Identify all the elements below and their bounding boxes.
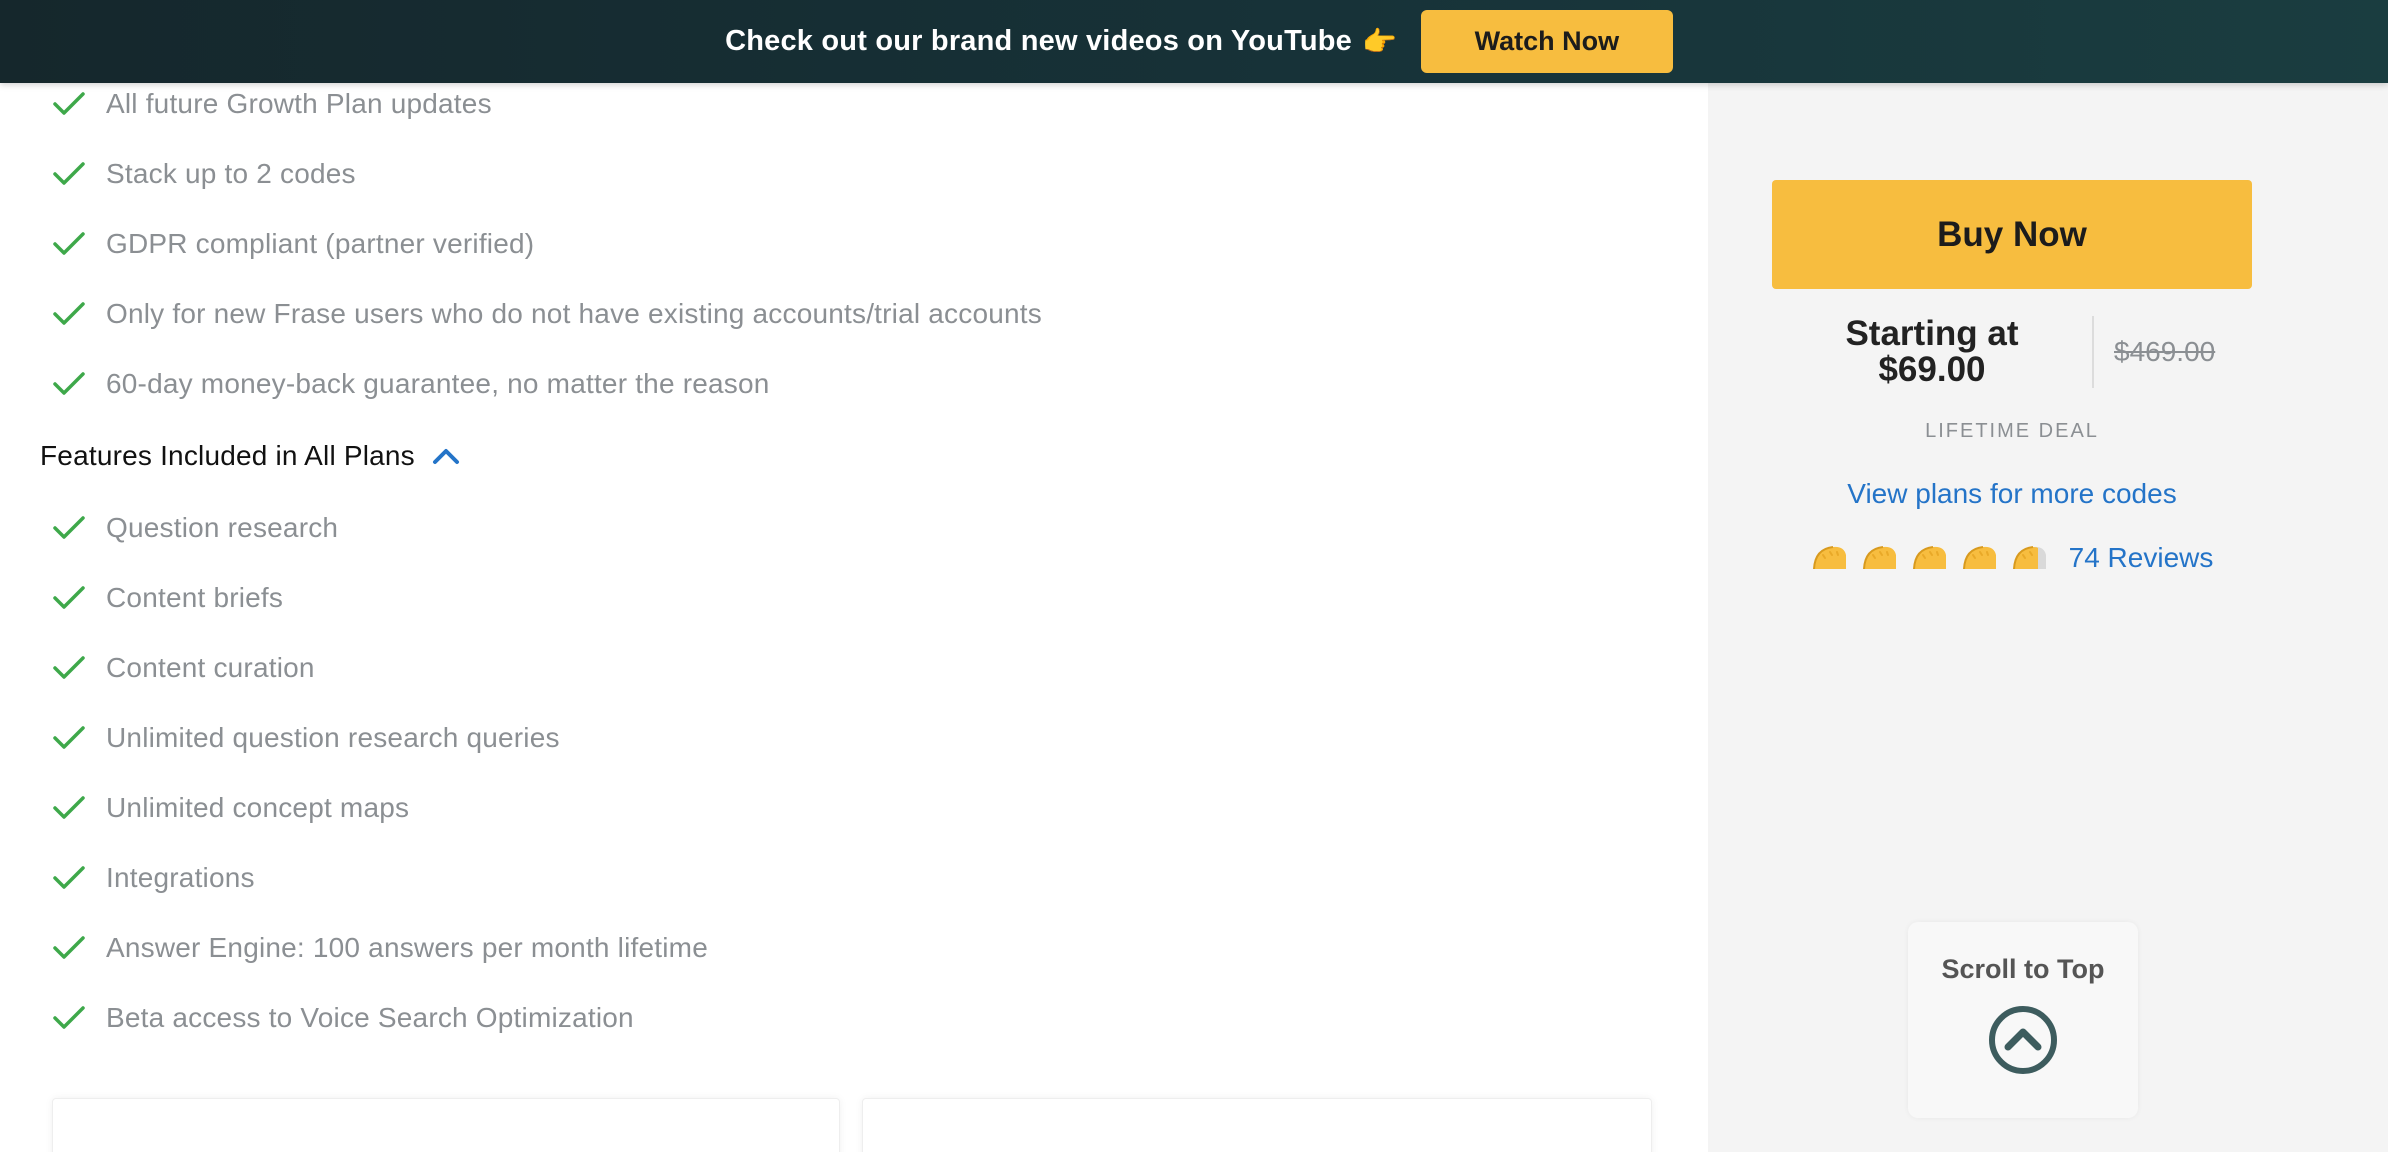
purchase-sidebar: Buy Now Starting at $69.00 $469.00 LIFET… <box>1708 0 2388 1152</box>
price-prefix: Starting at <box>1845 314 2019 353</box>
feature-item: Stack up to 2 codes <box>52 154 356 194</box>
feature-item: GDPR compliant (partner verified) <box>52 224 534 264</box>
feature-item: Integrations <box>52 858 255 898</box>
taco-icon <box>1811 543 1849 573</box>
reviews-link[interactable]: 74 Reviews <box>2069 542 2214 574</box>
feature-label: Answer Engine: 100 answers per month lif… <box>106 932 708 963</box>
check-icon <box>52 934 86 962</box>
check-icon <box>52 160 86 188</box>
original-price: $469.00 <box>2114 336 2216 367</box>
deal-type-label: LIFETIME DEAL <box>1925 420 2099 442</box>
check-icon <box>52 370 86 398</box>
starting-price: Starting at $69.00 <box>1772 316 2092 388</box>
feature-label: Beta access to Voice Search Optimization <box>106 1002 634 1033</box>
feature-label: Unlimited concept maps <box>106 792 410 823</box>
feature-label: Content briefs <box>106 582 284 613</box>
plan-card <box>862 1098 1652 1152</box>
check-icon <box>52 584 86 612</box>
price-value: $69.00 <box>1878 350 1986 389</box>
watch-now-button[interactable]: Watch Now <box>1420 10 1673 73</box>
feature-list-area: All future Growth Plan updates Stack up … <box>0 0 1708 1152</box>
view-plans-link[interactable]: View plans for more codes <box>1772 478 2252 510</box>
banner-text: Check out our brand new videos on YouTub… <box>725 25 1353 57</box>
feature-label: Content curation <box>106 652 315 683</box>
section-title: Features Included in All Plans <box>40 440 415 471</box>
feature-item: Beta access to Voice Search Optimization <box>52 998 634 1038</box>
taco-icon <box>1911 543 1949 573</box>
check-icon <box>52 1004 86 1032</box>
feature-item: Answer Engine: 100 answers per month lif… <box>52 928 708 968</box>
feature-label: 60-day money-back guarantee, no matter t… <box>106 368 770 399</box>
check-icon <box>52 514 86 542</box>
check-icon <box>52 794 86 822</box>
feature-item: Unlimited question research queries <box>52 718 560 758</box>
check-icon <box>52 654 86 682</box>
buy-now-button[interactable]: Buy Now <box>1772 180 2252 289</box>
check-icon <box>52 724 86 752</box>
arrow-up-circle-icon <box>1988 1005 2058 1075</box>
check-icon <box>52 230 86 258</box>
check-icon <box>52 300 86 328</box>
banner-content: Check out our brand new videos on YouTub… <box>725 10 1673 73</box>
taco-icon <box>1861 543 1899 573</box>
page: All future Growth Plan updates Stack up … <box>0 0 2388 1152</box>
price-divider <box>2092 316 2094 388</box>
feature-item: Question research <box>52 508 338 548</box>
feature-label: Question research <box>106 512 339 543</box>
scroll-to-top-button[interactable]: Scroll to Top <box>1908 922 2138 1118</box>
scroll-to-top-label: Scroll to Top <box>1941 954 2105 984</box>
feature-label: All future Growth Plan updates <box>106 88 492 119</box>
feature-item: Unlimited concept maps <box>52 788 409 828</box>
plan-card <box>52 1098 840 1152</box>
feature-item: Content curation <box>52 648 315 688</box>
price-block: Starting at $69.00 $469.00 <box>1772 306 2252 398</box>
feature-label: Unlimited question research queries <box>106 722 560 753</box>
feature-label: Only for new Frase users who do not have… <box>106 298 1042 329</box>
chevron-up-icon <box>431 446 461 466</box>
check-icon <box>52 864 86 892</box>
feature-item: All future Growth Plan updates <box>52 84 492 124</box>
taco-icon-partial <box>2011 543 2049 573</box>
feature-item: 60-day money-back guarantee, no matter t… <box>52 364 770 404</box>
check-icon <box>52 90 86 118</box>
feature-label: Integrations <box>106 862 255 893</box>
feature-label: Stack up to 2 codes <box>106 158 356 189</box>
features-section-toggle[interactable]: Features Included in All Plans <box>40 436 461 476</box>
pointing-hand-icon: 👉 <box>1362 26 1397 57</box>
feature-item: Only for new Frase users who do not have… <box>52 294 1042 334</box>
taco-icon <box>1961 543 1999 573</box>
feature-label: GDPR compliant (partner verified) <box>106 228 535 259</box>
rating-row: 74 Reviews <box>1772 542 2252 574</box>
announcement-banner: Check out our brand new videos on YouTub… <box>0 0 2388 83</box>
feature-item: Content briefs <box>52 578 283 618</box>
